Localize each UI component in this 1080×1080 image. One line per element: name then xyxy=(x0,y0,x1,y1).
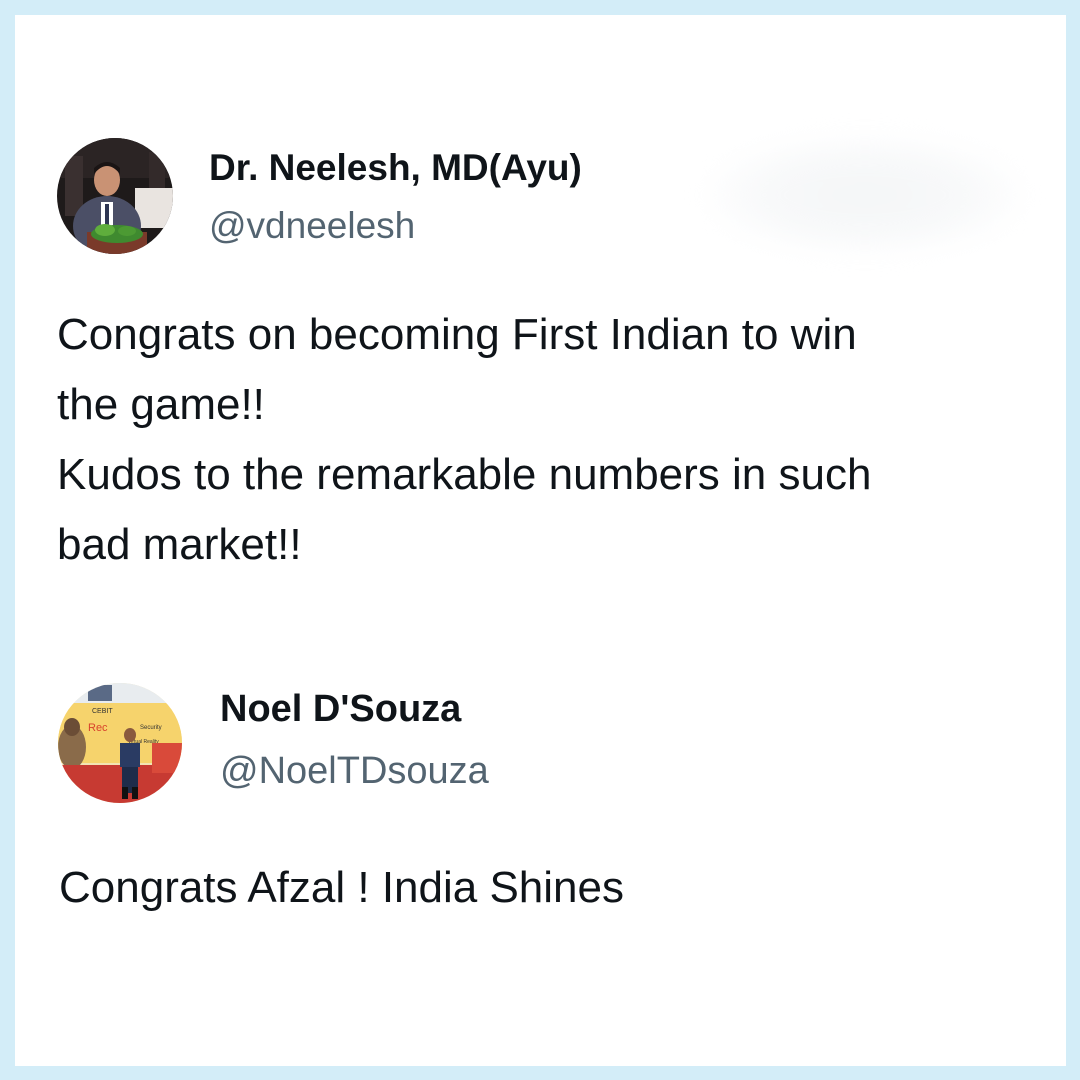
tweet-text-line: Congrats Afzal ! India Shines xyxy=(59,863,624,912)
display-name[interactable]: Dr. Neelesh, MD(Ayu) xyxy=(209,147,582,189)
avatar-banner-text: Security xyxy=(140,725,162,731)
tweet-text-line: bad market!! xyxy=(57,520,302,569)
tweet-text: Congrats on becoming First Indian to win… xyxy=(57,300,871,580)
avatar[interactable]: CEBIT Rec Security Virtual Reality xyxy=(58,683,182,803)
avatar-banner-text: Rec xyxy=(88,722,108,734)
tweet-text-line: Congrats on becoming First Indian to win xyxy=(57,310,857,359)
tweet-text-line: Kudos to the remarkable numbers in such xyxy=(57,450,872,499)
user-handle[interactable]: @vdneelesh xyxy=(209,205,415,247)
person-at-expo-photo-icon: CEBIT Rec Security Virtual Reality xyxy=(58,683,182,803)
display-name[interactable]: Noel D'Souza xyxy=(220,688,461,731)
avatar[interactable] xyxy=(57,138,173,254)
blurred-redaction xyxy=(705,135,1025,255)
tweet-text: Congrats Afzal ! India Shines xyxy=(59,853,624,923)
tweet-text-line: the game!! xyxy=(57,380,265,429)
person-at-podium-photo-icon xyxy=(57,138,173,254)
avatar-banner-text: CEBIT xyxy=(92,708,113,715)
screenshot-card: Dr. Neelesh, MD(Ayu) @vdneelesh Congrats… xyxy=(15,15,1066,1066)
user-handle[interactable]: @NoelTDsouza xyxy=(220,750,489,793)
